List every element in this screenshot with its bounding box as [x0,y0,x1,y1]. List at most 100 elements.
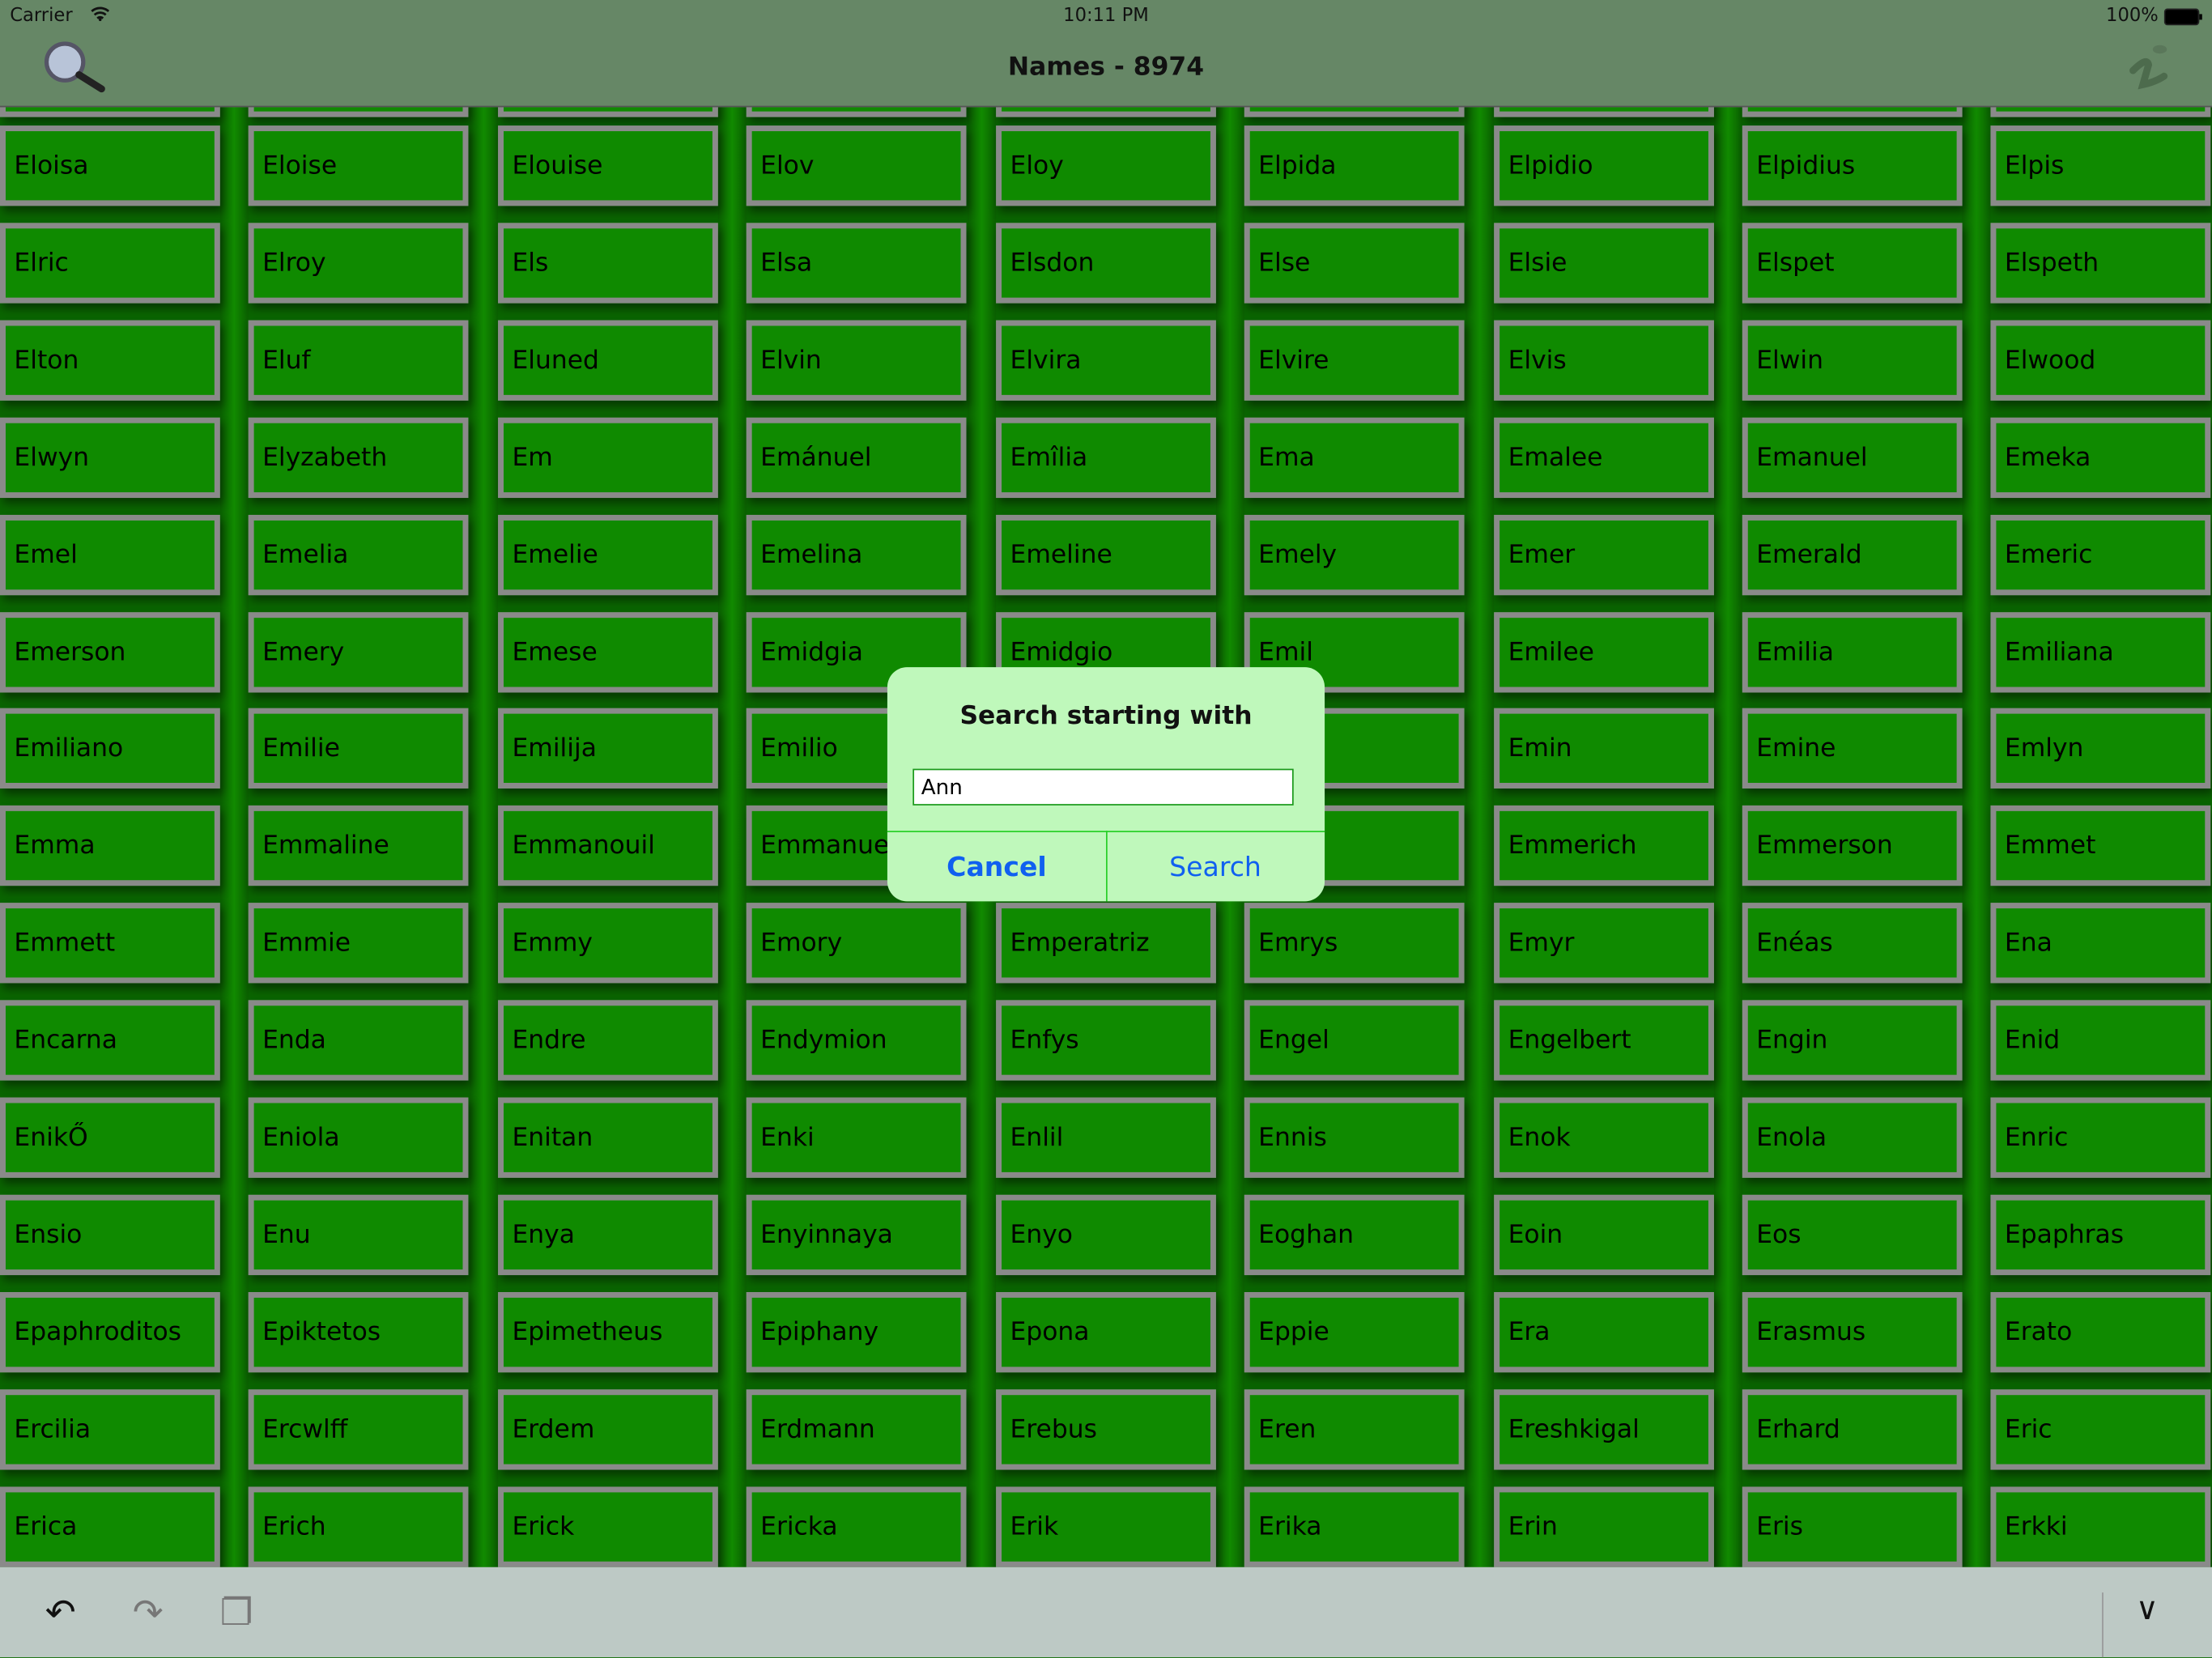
name-tile[interactable]: Emmanouil [498,806,718,886]
name-tile[interactable]: Emory [746,903,967,984]
name-tile[interactable]: Engel [1244,1000,1465,1081]
name-tile[interactable]: Emmaline [248,806,469,886]
name-tile[interactable]: Elpidio [1494,125,1714,206]
name-tile[interactable]: Emilie [248,708,469,789]
name-tile[interactable]: Elsdon [996,223,1216,304]
redo-icon[interactable]: ↷ [133,1592,164,1635]
name-tile[interactable]: Ensio [0,1194,220,1275]
name-tile[interactable]: Encarna [0,1000,220,1081]
name-tile[interactable]: Ercilia [0,1388,220,1469]
name-tile[interactable]: Erato [1990,1291,2211,1372]
name-tile[interactable]: Eris [1742,1486,1963,1567]
name-tile[interactable]: Enfys [996,1000,1216,1081]
name-tile[interactable]: Emeline [996,514,1216,595]
name-tile[interactable]: Elvin [746,320,967,401]
name-tile[interactable]: Erick [498,1486,718,1567]
name-tile[interactable]: Em [498,417,718,498]
name-tile[interactable]: Eloise [248,125,469,206]
name-tile[interactable]: Emelie [498,514,718,595]
name-tile[interactable]: Emeric [1990,514,2211,595]
name-tile[interactable]: Eluf [248,320,469,401]
name-tile[interactable]: Epiktetos [248,1291,469,1372]
name-tile[interactable]: Enyo [996,1194,1216,1275]
name-tile[interactable]: Emyr [1494,903,1714,984]
name-tile[interactable]: Emperatriz [996,903,1216,984]
name-tile[interactable]: Enitan [498,1097,718,1178]
name-tile[interactable]: Erica [0,1486,220,1567]
name-tile[interactable]: Emerson [0,611,220,692]
name-tile[interactable]: Eluned [498,320,718,401]
name-tile[interactable]: Eoghan [1244,1194,1465,1275]
name-tile[interactable]: Emiliana [1990,611,2211,692]
name-tile[interactable]: Elric [0,223,220,304]
name-tile[interactable]: Emánuel [746,417,967,498]
collapse-keyboard-icon[interactable]: ∨ [2136,1592,2159,1628]
name-tile[interactable]: Eppie [1244,1291,1465,1372]
name-tile[interactable]: Elvire [1244,320,1465,401]
name-tile[interactable]: Eren [1244,1388,1465,1469]
name-tile[interactable]: Elwin [1742,320,1963,401]
name-tile[interactable]: Eloy [996,125,1216,206]
name-tile[interactable]: Emel [0,514,220,595]
name-tile[interactable]: Erich [248,1486,469,1567]
name-tile[interactable]: Elspeth [1990,223,2211,304]
name-tile[interactable]: Erhard [1742,1388,1963,1469]
name-tile[interactable]: Emelina [746,514,967,595]
name-tile[interactable]: Emmie [248,903,469,984]
name-tile[interactable]: Ereshkigal [1494,1388,1714,1469]
name-tile[interactable]: Enric [1990,1097,2211,1178]
name-tile[interactable]: Elwood [1990,320,2211,401]
name-tile[interactable]: Emmet [1990,806,2211,886]
name-tile[interactable]: Eoin [1494,1194,1714,1275]
name-tile[interactable]: Emlyn [1990,708,2211,789]
name-tile[interactable]: Epaphras [1990,1194,2211,1275]
name-tile[interactable]: Elpidius [1742,125,1963,206]
name-tile[interactable]: Emilee [1494,611,1714,692]
name-tile[interactable]: Erin [1494,1486,1714,1567]
name-tile[interactable]: Epona [996,1291,1216,1372]
name-tile[interactable]: Erasmus [1742,1291,1963,1372]
name-tile[interactable]: Epaphroditos [0,1291,220,1372]
name-tile[interactable]: Emrys [1244,903,1465,984]
search-button[interactable]: Search [1106,831,1325,901]
name-tile[interactable]: Ericka [746,1486,967,1567]
name-tile[interactable]: Erkki [1990,1486,2211,1567]
name-tile[interactable]: Erebus [996,1388,1216,1469]
undo-icon[interactable]: ↶ [45,1592,76,1635]
name-tile[interactable]: Elspet [1742,223,1963,304]
name-tile[interactable]: Enu [248,1194,469,1275]
name-tile[interactable]: Emese [498,611,718,692]
name-tile[interactable]: Eniola [248,1097,469,1178]
name-tile[interactable]: Elroy [248,223,469,304]
name-tile[interactable]: Era [1494,1291,1714,1372]
info-icon[interactable] [2127,42,2172,99]
name-tile[interactable]: Emmy [498,903,718,984]
name-tile[interactable]: Elwyn [0,417,220,498]
name-tile[interactable]: Ercwlff [248,1388,469,1469]
name-tile[interactable]: Eos [1742,1194,1963,1275]
name-tile[interactable]: Epiphany [746,1291,967,1372]
name-tile[interactable]: Emiliano [0,708,220,789]
name-tile[interactable]: Endre [498,1000,718,1081]
name-tile[interactable]: Elton [0,320,220,401]
name-tile[interactable]: Emmett [0,903,220,984]
cancel-button[interactable]: Cancel [887,831,1108,902]
name-tile[interactable]: Els [498,223,718,304]
name-tile[interactable]: Elpida [1244,125,1465,206]
name-tile[interactable]: Enki [746,1097,967,1178]
name-tile[interactable]: Emely [1244,514,1465,595]
name-tile[interactable]: Emilija [498,708,718,789]
name-tile[interactable]: Enyinnaya [746,1194,967,1275]
name-tile[interactable]: EnikŐ [0,1097,220,1178]
name-tile[interactable]: Engelbert [1494,1000,1714,1081]
name-tile[interactable]: Erik [996,1486,1216,1567]
name-tile[interactable]: Emîlia [996,417,1216,498]
name-tile[interactable]: Emerald [1742,514,1963,595]
name-tile[interactable]: Emine [1742,708,1963,789]
name-tile[interactable]: Enya [498,1194,718,1275]
name-tile[interactable]: Emeka [1990,417,2211,498]
name-tile[interactable]: Engin [1742,1000,1963,1081]
search-input[interactable] [912,768,1294,806]
name-tile[interactable]: Enola [1742,1097,1963,1178]
name-tile[interactable]: Eric [1990,1388,2211,1469]
